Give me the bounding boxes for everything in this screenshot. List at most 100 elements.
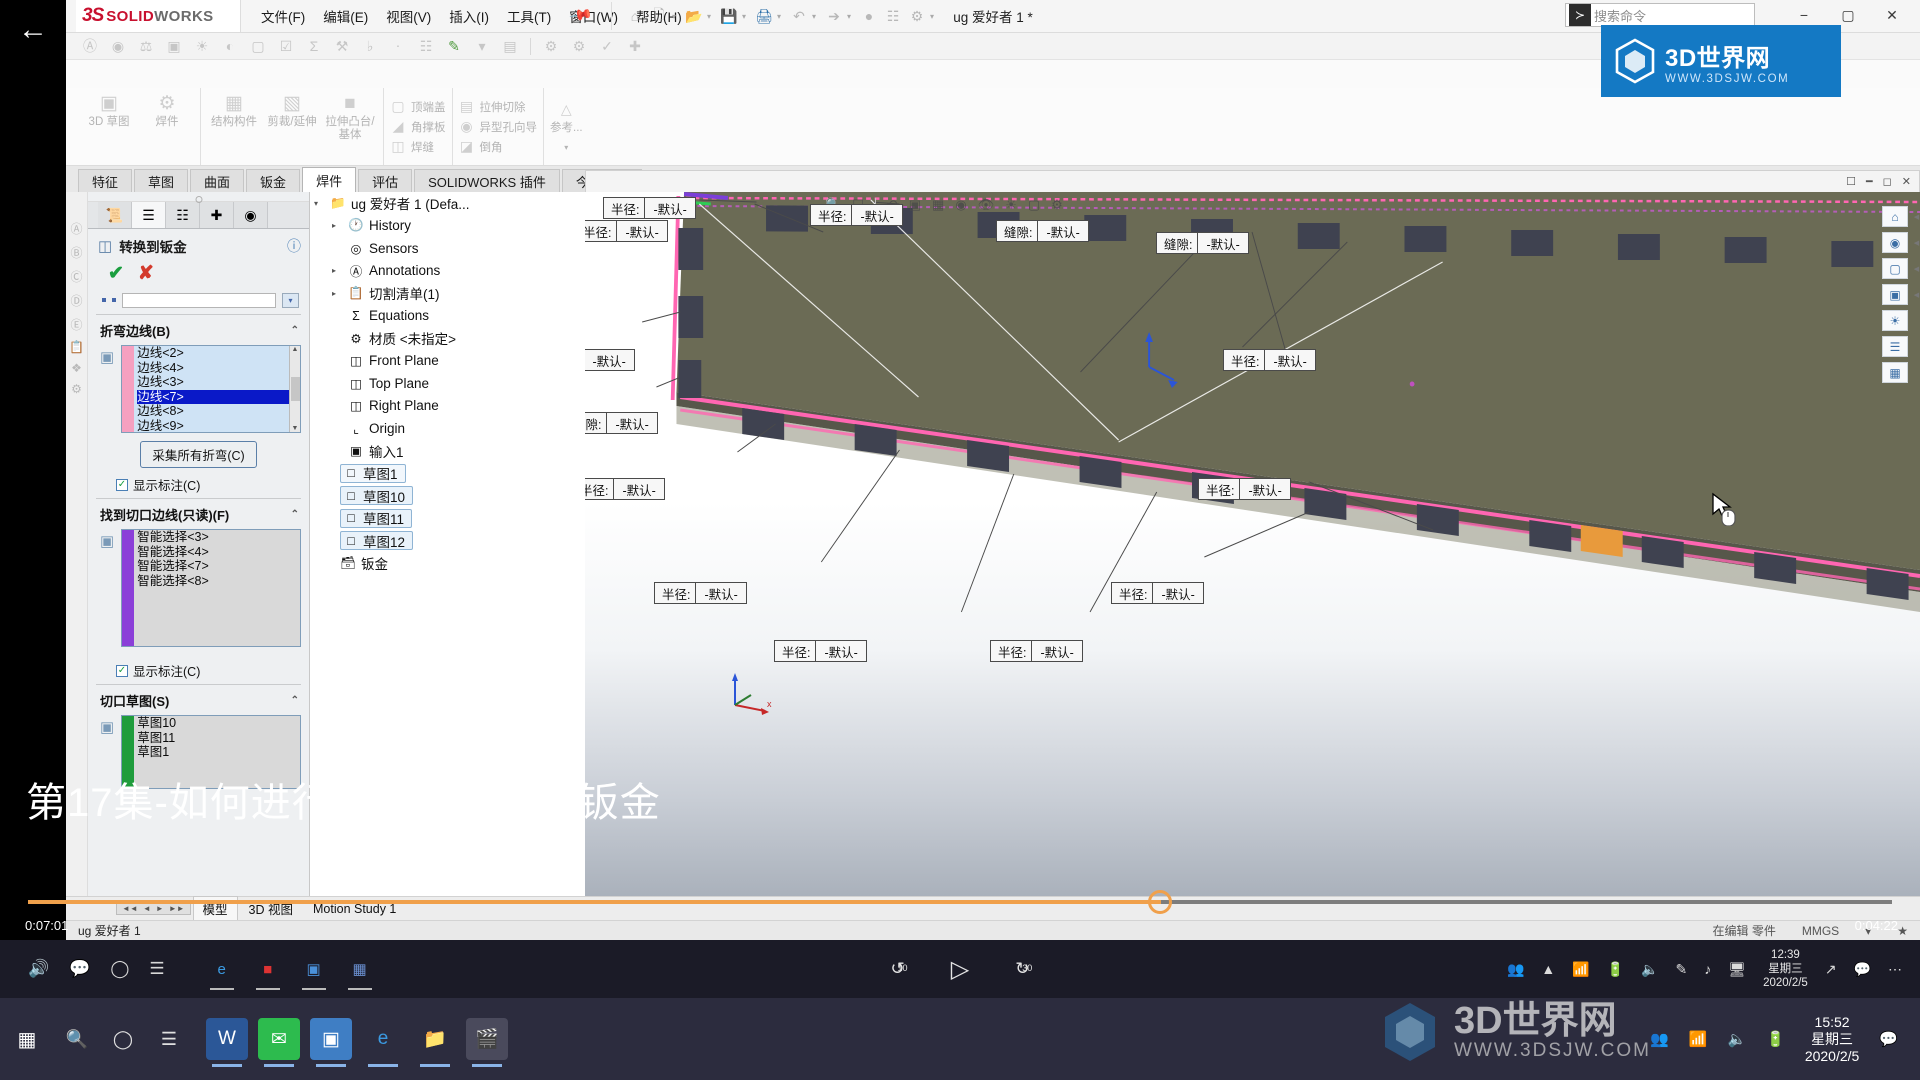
tree-node-history[interactable]: ▸ 🕐 History (310, 215, 585, 238)
callout-value[interactable]: -默认- (645, 198, 694, 218)
validate-icon[interactable]: ✓ (595, 35, 619, 57)
notification-icon[interactable]: 💬 (1854, 961, 1871, 978)
ok-button[interactable]: ✔ (108, 262, 124, 285)
play-button[interactable]: ▷ (951, 955, 969, 984)
callout-value[interactable]: -默认- (607, 413, 656, 433)
expand-icon[interactable]: ↗ (1825, 961, 1837, 978)
custom-view-icon[interactable]: ▦ (1882, 362, 1908, 383)
wifi-icon-2[interactable]: 📶 (1689, 1030, 1708, 1048)
callout-gap-3[interactable]: 缝隙: -默认- (585, 349, 635, 371)
dimxpert-manager-icon[interactable]: ✚ (200, 202, 234, 228)
curvature-icon[interactable]: ⚒ (330, 35, 354, 57)
ribbon-extruded-cut-button[interactable]: ▤ 拉伸切除 (459, 98, 538, 115)
tree-node-right-plane[interactable]: ◫ Right Plane (310, 395, 585, 418)
prev-arrow-icon[interactable]: ◄ (141, 904, 153, 913)
ok-cancel-row[interactable]: ✔ ✘ (88, 260, 309, 291)
tab-surfaces[interactable]: 曲面 (190, 169, 245, 192)
callout-radius-3[interactable]: 半径: -默认- (810, 204, 903, 226)
cancel-button[interactable]: ✘ (138, 262, 154, 285)
manager-tabs[interactable]: 📜 ☰ ☷ ✚ ◉ (88, 202, 309, 229)
task-view-icon[interactable]: ☰ (149, 959, 164, 979)
comment-icon[interactable]: 💬 (69, 959, 90, 979)
ink-icon[interactable]: ♪ (1704, 961, 1711, 977)
scroll-thumb[interactable] (290, 377, 300, 401)
hide-show-icon[interactable]: 👁 (978, 197, 995, 213)
callout-gap-4[interactable]: 缝隙: -默认- (585, 412, 658, 434)
progress-knob[interactable] (1148, 890, 1172, 914)
display-manager-toolbar[interactable]: ⌂ ◉ ▢ ▣ ☀ ☰ ▦ (1882, 206, 1908, 383)
callout-value[interactable]: -默认- (1265, 350, 1314, 370)
ribbon-reference-geometry-button[interactable]: △ 参考... ▾ (550, 101, 583, 152)
caret-icon-3[interactable]: ◀ (1911, 258, 1920, 279)
mass-properties-icon[interactable]: ⚖ (134, 35, 158, 57)
chevron-down-icon[interactable]: ▾ (282, 292, 299, 308)
last-arrow-icon[interactable]: ►► (167, 904, 187, 913)
list-item[interactable]: 草图1 (137, 745, 300, 760)
caret-icon-2[interactable]: ◀ (1911, 232, 1920, 253)
section-view-icon[interactable]: ▣ (909, 197, 921, 213)
configuration-manager-icon[interactable]: ☷ (166, 202, 200, 228)
sum-icon[interactable]: Σ (302, 35, 326, 57)
display-manager-carets[interactable]: ◀ ◀ ◀ ◀ (1911, 206, 1920, 305)
view-settings-icon[interactable]: ⚙ (1051, 197, 1063, 213)
sketch-box-10[interactable]: □ 草图10 (340, 486, 414, 506)
sketch-box-11[interactable]: □ 草图11 (340, 508, 413, 528)
simulation-icon[interactable]: ▤ (498, 35, 522, 57)
chevron-up-icon-3[interactable]: ⌃ (291, 695, 299, 706)
section-header-rip-sketch[interactable]: 切口草图(S) ⌃ (88, 687, 309, 713)
feature-manager-icon[interactable]: 📜 (98, 202, 132, 228)
tree-node-annotations[interactable]: ▸ Ⓐ Annotations (310, 260, 585, 283)
symmetry-icon[interactable]: ⋅ (386, 35, 410, 57)
taskbar-system-tray[interactable]: 👥 📶 🔈 🔋 15:52 星期三 2020/2/5 💬 (1650, 1014, 1920, 1065)
section-icon[interactable]: ▣ (162, 35, 186, 57)
sustainability-icon[interactable]: ⚙ (567, 35, 591, 57)
appearances-icon[interactable]: ◉ (1882, 232, 1908, 253)
minimize-icon[interactable]: ━ (1866, 175, 1873, 188)
volume-icon[interactable]: 🔊 (28, 959, 49, 979)
captured-taskbar-left[interactable]: 🔊 💬 ◯ ☰ e ■ ▣ ▦ (0, 954, 375, 990)
help-question-icon[interactable]: ⓘ (287, 236, 301, 256)
volume-icon-2[interactable]: 🔈 (1727, 1030, 1746, 1048)
reference-caret-icon[interactable]: ▾ (564, 143, 568, 152)
maximize-icon[interactable]: ◻ (1883, 175, 1892, 188)
callout-radius-8[interactable]: 半径: -默认- (1111, 582, 1204, 604)
callout-value[interactable]: -默认- (1198, 233, 1247, 253)
scene-icon[interactable]: ▢ (1028, 197, 1040, 213)
ribbon-gusset-button[interactable]: ◢ 角撑板 (390, 118, 446, 135)
captured-app-buttons[interactable]: e ■ ▣ ▦ (207, 954, 375, 990)
panel-drag-handle[interactable] (88, 192, 309, 202)
sensor-icon[interactable]: ✎ (442, 35, 466, 57)
expand-arrow-icon-history[interactable]: ▸ (332, 221, 343, 230)
section-header-bend-edges[interactable]: 折弯边线(B) ⌃ (88, 317, 309, 343)
ribbon-extruded-boss-button[interactable]: ■ 拉伸凸台/基体 (324, 94, 376, 141)
tree-node-material[interactable]: ⚙ 材质 <未指定> (310, 327, 585, 350)
list-item[interactable]: 智能选择<8> (137, 574, 300, 589)
tree-node-equations[interactable]: Σ Equations (310, 305, 585, 328)
captured-taskbar-right[interactable]: 👥 ▲ 📶 🔋 🔈 ✎ ♪ 🖥 12:39 星期三 2020/2/5 ↗ 💬 ⋯ (1507, 948, 1920, 990)
tree-node-sheetmetal[interactable]: 🗃 钣金 (310, 552, 585, 575)
tree-node-top-plane[interactable]: ◫ Top Plane (310, 372, 585, 395)
battery-icon[interactable]: 🔋 (1607, 961, 1624, 978)
expand-arrow-icon-cutlist[interactable]: ▸ (332, 289, 343, 298)
rip-edges-listbox[interactable]: 智能选择<3> 智能选择<4> 智能选择<7> 智能选择<8> (121, 529, 301, 647)
check-icon[interactable]: ☑ (274, 35, 298, 57)
tab-features[interactable]: 特征 (78, 169, 133, 192)
list-item[interactable]: 草图11 (137, 731, 300, 746)
taskbar-pinned-apps[interactable]: W ✉ ▣ e 📁 🎬 (206, 1018, 508, 1067)
ribbon-structural-member-button[interactable]: ▦ 结构构件 (208, 94, 260, 129)
person-share-icon-2[interactable]: 👥 (1650, 1030, 1669, 1048)
expand-arrow-icon[interactable]: ▾ (314, 199, 325, 208)
battery-icon-2[interactable]: 🔋 (1766, 1030, 1785, 1048)
property-manager-icon[interactable]: ☰ (132, 202, 166, 228)
callout-radius-4[interactable]: 半径: -默认- (1223, 349, 1316, 371)
chevron-up-icon-2[interactable]: ⌃ (291, 509, 299, 520)
ribbon-chamfer-button[interactable]: ◪ 倒角 (459, 138, 538, 155)
callout-value[interactable]: -默认- (1153, 583, 1202, 603)
view-home-icon[interactable]: ⌂ (1882, 206, 1908, 227)
search-command-box[interactable]: ≻ 搜索命令 (1565, 3, 1755, 27)
app-store-icon[interactable]: ▦ (345, 954, 375, 990)
callout-radius-5[interactable]: 半径: -默认- (585, 478, 665, 500)
callout-radius-2[interactable]: 半径: -默认- (585, 220, 668, 242)
list-item[interactable]: 边线<8> (137, 404, 289, 419)
listbox-scrollbar[interactable]: ▲ ▼ (289, 346, 300, 432)
